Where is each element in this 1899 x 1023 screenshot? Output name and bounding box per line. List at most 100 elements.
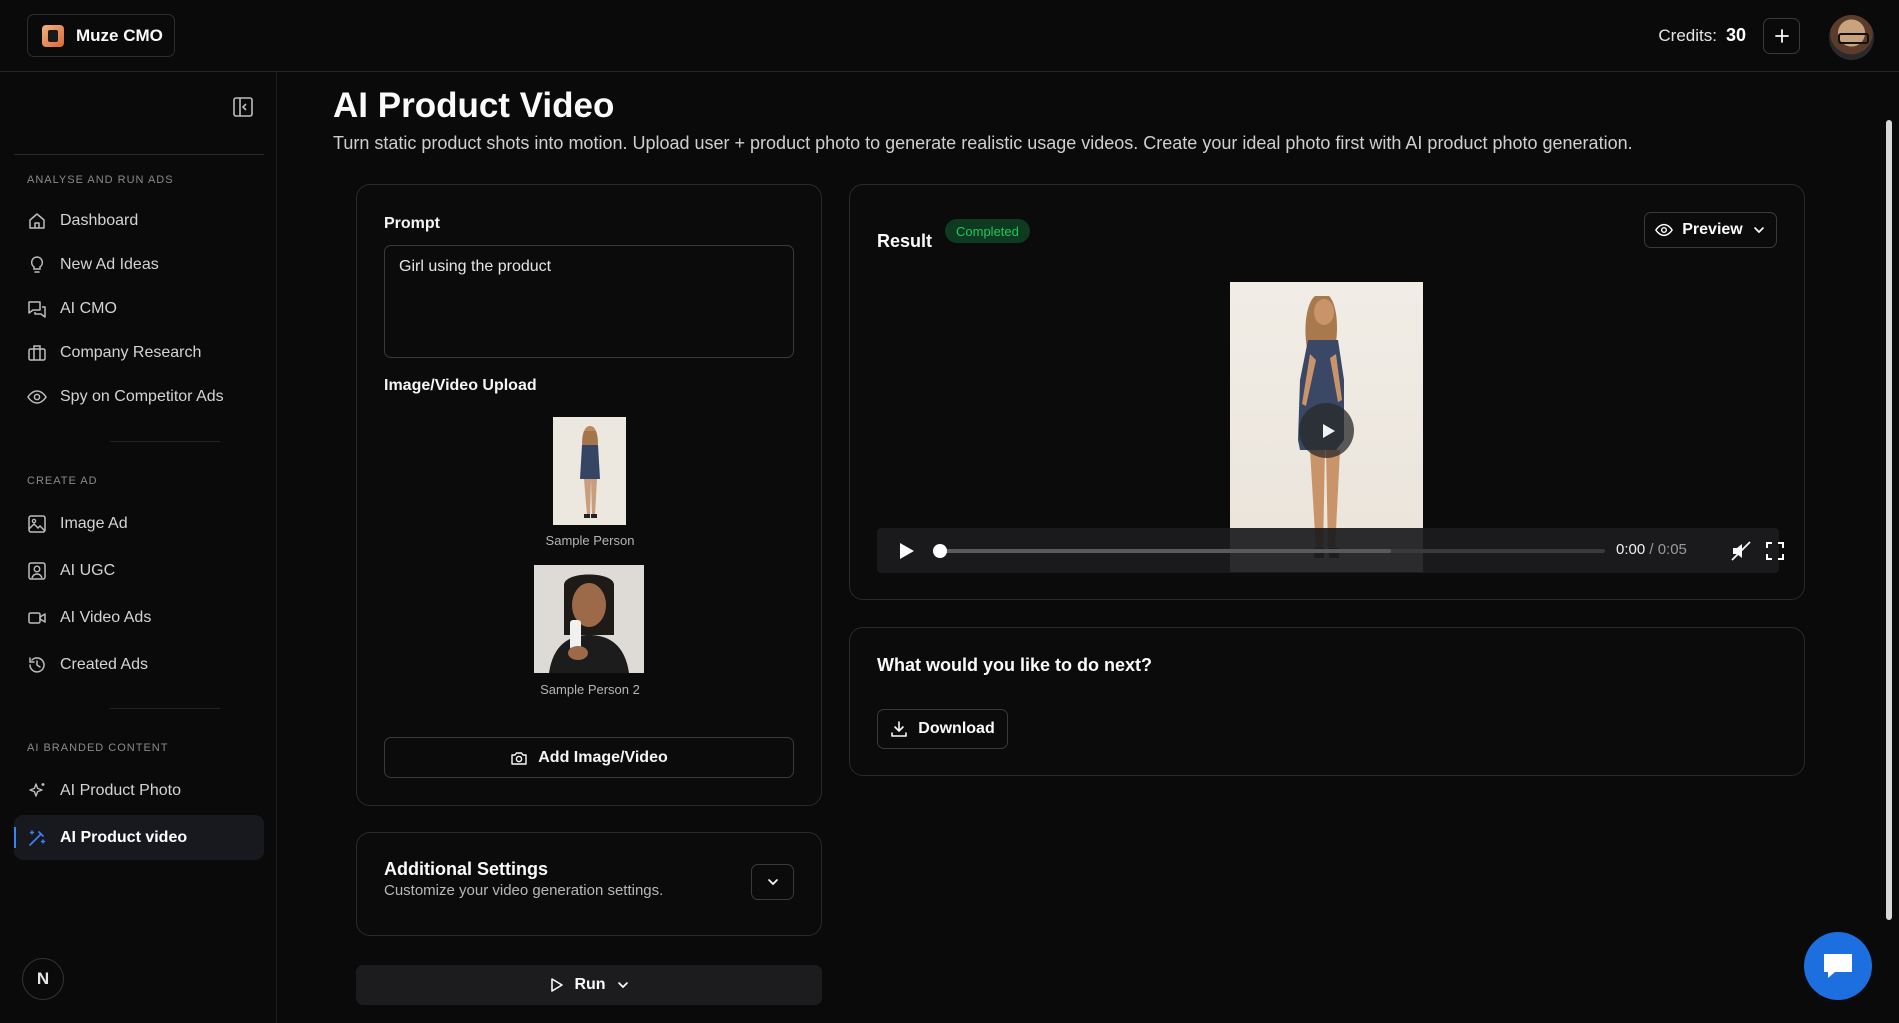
sidebar-item-label: AI Video Ads — [60, 608, 152, 626]
time-total: / 0:05 — [1649, 541, 1687, 558]
sidebar-item-label: AI UGC — [60, 561, 116, 579]
add-image-video-button[interactable]: Add Image/Video — [384, 737, 794, 778]
sidebar-item-ai-video-ads[interactable]: AI Video Ads — [14, 595, 264, 640]
prompt-label: Prompt — [384, 215, 440, 232]
download-icon — [891, 721, 908, 737]
sidebar-item-spy-on-competitor-ads[interactable]: Spy on Competitor Ads — [14, 374, 264, 419]
next-steps-title: What would you like to do next? — [877, 655, 1152, 675]
credits-value: 30 — [1725, 25, 1746, 45]
sidebar-item-ai-ugc[interactable]: AI UGC — [14, 548, 264, 593]
credits-display: Credits: 30 — [1658, 25, 1746, 46]
sidebar-item-dashboard[interactable]: Dashboard — [14, 198, 264, 243]
video-scrubber-handle[interactable] — [933, 544, 947, 558]
sidebar-item-label: AI Product Photo — [60, 781, 181, 799]
sidebar-divider — [14, 154, 264, 155]
top-bar: Muze CMO Credits: 30 — [0, 0, 1899, 72]
page-subtitle: Turn static product shots into motion. U… — [333, 133, 1633, 153]
sidebar-item-label: AI CMO — [60, 299, 117, 317]
magic-wand-icon — [29, 829, 46, 846]
sidebar-item-new-ad-ideas[interactable]: New Ad Ideas — [14, 242, 264, 287]
sidebar-item-ai-product-video[interactable]: AI Product video — [14, 815, 264, 860]
chevron-down-icon[interactable] — [616, 978, 630, 992]
history-icon — [29, 656, 45, 673]
video-progress-bar[interactable] — [933, 544, 1605, 558]
uploaded-image-2[interactable] — [534, 565, 644, 673]
brand-name: Muze CMO — [76, 25, 163, 45]
next-steps-card: What would you like to do next? Download — [849, 627, 1805, 776]
credits-label: Credits: — [1658, 26, 1717, 45]
fullscreen-icon[interactable] — [1764, 540, 1786, 562]
play-icon[interactable] — [897, 541, 915, 561]
download-button[interactable]: Download — [877, 709, 1008, 749]
upload-label: Image/Video Upload — [384, 377, 537, 394]
section-label-analyse: ANALYSE AND RUN ADS — [27, 174, 174, 186]
prompt-input[interactable]: Girl using the product — [384, 245, 794, 358]
chat-icon — [28, 300, 46, 318]
brand-logo-icon — [42, 24, 64, 47]
sidebar-item-created-ads[interactable]: Created Ads — [14, 642, 264, 687]
sidebar-divider — [110, 441, 220, 442]
user-square-icon — [28, 561, 46, 580]
workspace-badge[interactable]: N — [22, 958, 64, 1000]
sidebar-item-image-ad[interactable]: Image Ad — [14, 501, 264, 546]
collapse-sidebar-icon[interactable] — [232, 96, 254, 118]
camera-icon — [511, 751, 527, 765]
chat-support-button[interactable] — [1804, 932, 1872, 1000]
home-icon — [29, 212, 45, 229]
result-card: Result Completed Preview 0:00 / 0:05 — [849, 184, 1805, 600]
settings-title: Additional Settings — [384, 859, 548, 879]
preview-button[interactable]: Preview — [1644, 212, 1777, 248]
chevron-down-icon — [1753, 227, 1764, 234]
sidebar-divider — [110, 708, 220, 709]
chat-bubble-icon — [1824, 954, 1852, 978]
lightbulb-icon — [30, 255, 44, 273]
time-current: 0:00 — [1616, 541, 1646, 558]
sidebar-item-label: Spy on Competitor Ads — [60, 387, 224, 405]
run-label: Run — [574, 976, 606, 993]
sidebar-item-label: New Ad Ideas — [60, 255, 159, 273]
eye-icon — [1655, 223, 1674, 237]
status-badge: Completed — [945, 219, 1030, 243]
add-image-video-label: Add Image/Video — [538, 748, 668, 766]
sidebar-item-label: Company Research — [60, 343, 202, 361]
briefcase-icon — [28, 344, 46, 361]
section-label-create-ad: CREATE AD — [27, 475, 98, 487]
chevron-down-icon — [767, 879, 778, 886]
input-card: Prompt Girl using the product Image/Vide… — [356, 184, 822, 806]
image-icon — [28, 514, 46, 533]
sidebar-item-label: Dashboard — [60, 211, 139, 229]
video-icon — [28, 611, 46, 624]
user-avatar[interactable] — [1829, 15, 1874, 60]
video-time: 0:00 / 0:05 — [1616, 541, 1687, 558]
sidebar-item-ai-cmo[interactable]: AI CMO — [14, 286, 264, 331]
play-outline-icon — [551, 978, 564, 992]
add-credits-button[interactable] — [1763, 18, 1800, 54]
sidebar-item-label: Image Ad — [60, 514, 128, 532]
plus-icon — [1774, 29, 1789, 43]
mute-icon[interactable] — [1730, 540, 1752, 562]
preview-label: Preview — [1682, 221, 1743, 238]
video-controls: 0:00 / 0:05 — [877, 528, 1784, 573]
sparkles-icon — [29, 782, 45, 797]
image-caption-1: Sample Person — [545, 533, 635, 548]
sidebar-item-company-research[interactable]: Company Research — [14, 330, 264, 375]
sidebar-item-label: Created Ads — [60, 655, 149, 673]
uploaded-image-1[interactable] — [553, 417, 626, 525]
image-caption-2: Sample Person 2 — [540, 682, 640, 697]
result-title: Result — [877, 231, 933, 251]
page-scrollbar[interactable] — [1886, 120, 1892, 920]
sidebar-item-label: AI Product video — [60, 828, 188, 846]
section-label-ai-branded-content: AI BRANDED CONTENT — [27, 742, 169, 754]
video-buffered-bar — [935, 549, 1391, 553]
sidebar: ANALYSE AND RUN ADS Dashboard New Ad Ide… — [0, 72, 277, 1023]
brand-switcher[interactable]: Muze CMO — [27, 14, 175, 57]
run-button[interactable]: Run — [356, 965, 822, 1005]
additional-settings-card: Additional Settings Customize your video… — [356, 832, 822, 936]
download-label: Download — [918, 720, 995, 737]
settings-subtitle: Customize your video generation settings… — [384, 882, 664, 899]
video-play-overlay-icon[interactable] — [1299, 403, 1354, 458]
page-title: AI Product Video — [333, 86, 615, 125]
eye-icon — [27, 389, 47, 404]
expand-settings-button[interactable] — [751, 864, 794, 900]
sidebar-item-ai-product-photo[interactable]: AI Product Photo — [14, 768, 264, 813]
